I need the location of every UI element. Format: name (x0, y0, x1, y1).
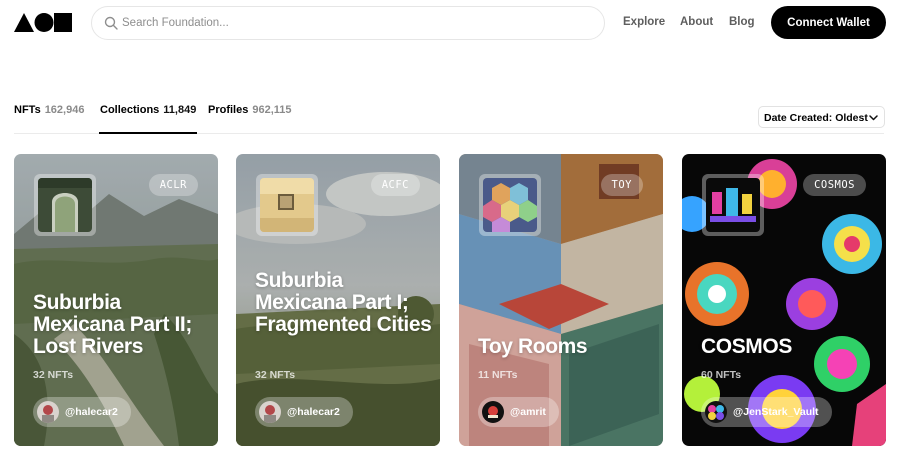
search-icon (104, 16, 118, 30)
tab-count: 962,115 (252, 104, 292, 116)
tab-count: 162,946 (44, 104, 85, 116)
chevron-down-icon (869, 115, 878, 121)
sort-selected: Date Created: Oldest (764, 112, 868, 124)
active-tab-indicator (99, 132, 197, 134)
collection-nft-count: 32 NFTs (33, 369, 74, 381)
nav-blog[interactable]: Blog (729, 16, 755, 28)
collection-thumbnail-image (483, 178, 537, 232)
collection-thumbnail-image (38, 178, 92, 232)
search-input[interactable] (122, 8, 592, 38)
owner-username: @halecar2 (65, 406, 118, 418)
collection-owner[interactable]: @halecar2 (33, 397, 131, 427)
collection-card[interactable]: ACLR Suburbia Mexicana Part II; Lost Riv… (14, 154, 218, 446)
sort-dropdown[interactable]: Date Created: Oldest (758, 106, 885, 128)
tab-label: NFTs (14, 104, 41, 116)
collection-thumbnail-image (260, 178, 314, 232)
avatar (259, 401, 281, 423)
tab-label: Profiles (208, 104, 249, 116)
collection-symbol-badge: ACFC (370, 174, 420, 196)
collection-thumbnail-image (706, 178, 760, 232)
owner-username: @amrit (510, 406, 546, 418)
tab-label: Collections (100, 104, 160, 116)
tab-profiles[interactable]: Profiles 962,115 (208, 104, 292, 134)
collection-symbol-badge: COSMOS (803, 174, 866, 196)
collection-thumbnail (479, 174, 541, 236)
nav-explore[interactable]: Explore (623, 16, 665, 28)
collection-nft-count: 60 NFTs (701, 369, 742, 381)
foundation-logo[interactable] (14, 13, 72, 32)
connect-wallet-button[interactable]: Connect Wallet (771, 6, 886, 39)
site-header: Explore About Blog Connect Wallet (0, 0, 900, 48)
owner-username: @halecar2 (287, 406, 340, 418)
collection-title: COSMOS (701, 335, 792, 358)
collection-owner[interactable]: @JenStark_Vault (701, 397, 832, 427)
collection-title: Suburbia Mexicana Part II; Lost Rivers (33, 291, 192, 358)
collection-symbol-badge: ACLR (148, 174, 198, 196)
collection-owner[interactable]: @amrit (478, 397, 559, 427)
collection-thumbnail (34, 174, 96, 236)
collection-nft-count: 32 NFTs (255, 369, 296, 381)
collection-symbol-badge: TOY (600, 174, 643, 196)
nav-about[interactable]: About (680, 16, 713, 28)
collection-title: Toy Rooms (478, 335, 588, 358)
owner-username: @JenStark_Vault (733, 406, 819, 418)
tab-count: 11,849 (163, 104, 197, 116)
collection-card[interactable]: COSMOS COSMOS 60 NFTs @JenStark_Vault (682, 154, 886, 446)
tab-nfts[interactable]: NFTs 162,946 (14, 104, 84, 134)
collection-card[interactable]: TOY Toy Rooms 11 NFTs @amrit (459, 154, 663, 446)
collection-thumbnail (256, 174, 318, 236)
avatar (705, 401, 727, 423)
tab-collections[interactable]: Collections 11,849 (100, 104, 196, 134)
avatar (482, 401, 504, 423)
collection-owner[interactable]: @halecar2 (255, 397, 353, 427)
collection-nft-count: 11 NFTs (478, 369, 518, 381)
collection-card[interactable]: ACFC Suburbia Mexicana Part I; Fragmente… (236, 154, 440, 446)
collection-title: Suburbia Mexicana Part I; Fragmented Cit… (255, 269, 432, 336)
avatar (37, 401, 59, 423)
search-bar[interactable] (91, 6, 605, 40)
collection-thumbnail (702, 174, 764, 236)
